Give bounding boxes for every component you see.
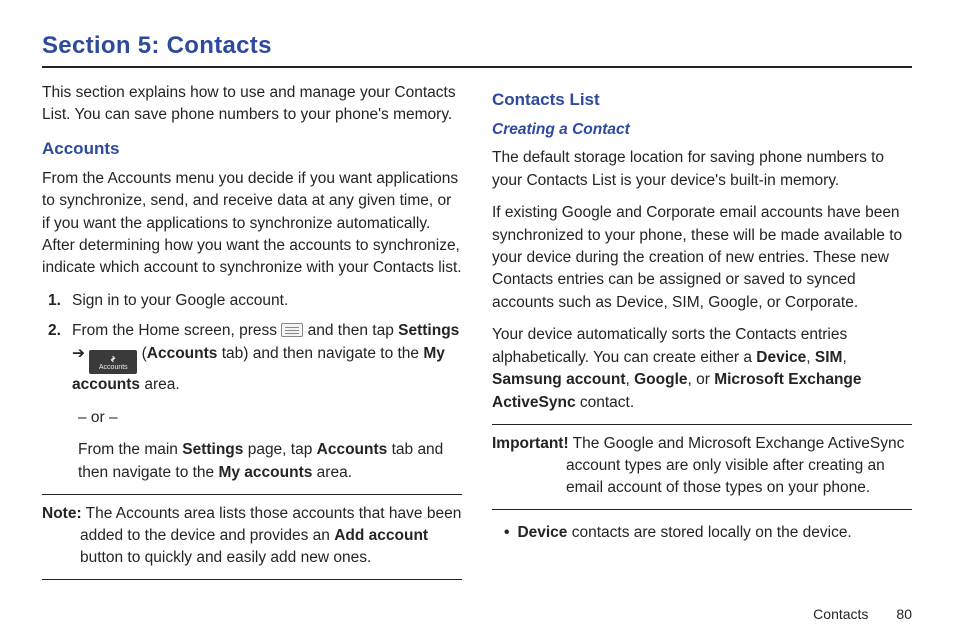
step-2-alt: From the main Settings page, tap Account… — [42, 439, 462, 484]
text: , — [806, 349, 815, 366]
text: contacts are stored locally on the devic… — [567, 524, 851, 541]
accounts-icon-label: Accounts — [99, 364, 128, 371]
accounts-tab-label: Accounts — [147, 345, 218, 362]
text: The Google and Microsoft Exchange Active… — [566, 435, 904, 496]
paragraph: If existing Google and Corporate email a… — [492, 202, 912, 314]
device-label: Device — [517, 524, 567, 541]
steps-list: 1. Sign in to your Google account. 2. Fr… — [42, 290, 462, 397]
text: , — [626, 371, 635, 388]
note-divider-top — [42, 494, 462, 495]
menu-icon — [281, 323, 303, 337]
text: , or — [688, 371, 715, 388]
text: contact. — [576, 394, 635, 411]
accounts-desc: From the Accounts menu you decide if you… — [42, 168, 462, 280]
bullet-text: Device contacts are stored locally on th… — [517, 522, 851, 544]
accounts-icon: Accounts — [89, 350, 137, 374]
contacts-list-heading: Contacts List — [492, 88, 912, 113]
text: area. — [140, 376, 180, 393]
my-accounts-label: My accounts — [218, 464, 312, 481]
text: From the main — [78, 441, 182, 458]
right-column: Contacts List Creating a Contact The def… — [492, 82, 912, 588]
text: , — [842, 349, 846, 366]
settings-label: Settings — [182, 441, 243, 458]
note-divider-bottom — [42, 579, 462, 580]
arrow: ➔ — [72, 345, 89, 362]
step-1: 1. Sign in to your Google account. — [42, 290, 462, 312]
note-label: Note: — [42, 505, 82, 522]
page-number: 80 — [896, 606, 912, 622]
step-2: 2. From the Home screen, press and then … — [42, 320, 462, 396]
page-footer: Contacts 80 — [813, 606, 912, 622]
text: tab) and then navigate to the — [217, 345, 423, 362]
paragraph: Your device automatically sorts the Cont… — [492, 324, 912, 414]
text: area. — [312, 464, 352, 481]
text: button to quickly and easily add new one… — [80, 549, 371, 566]
important-block: Important! The Google and Microsoft Exch… — [492, 433, 912, 499]
step-number: 2. — [42, 320, 72, 396]
samsung-label: Samsung account — [492, 371, 626, 388]
add-account-label: Add account — [334, 527, 428, 544]
settings-label: Settings — [398, 322, 459, 339]
bullet-dot: • — [504, 522, 509, 544]
section-title: Section 5: Contacts — [42, 32, 912, 60]
text: and then tap — [303, 322, 398, 339]
text: From the Home screen, press — [72, 322, 281, 339]
important-divider-bottom — [492, 509, 912, 510]
or-divider: – or – — [42, 407, 462, 429]
text: page, tap — [243, 441, 316, 458]
footer-label: Contacts — [813, 606, 868, 622]
bullet-item: • Device contacts are stored locally on … — [492, 522, 912, 544]
intro-text: This section explains how to use and man… — [42, 82, 462, 127]
step-number: 1. — [42, 290, 72, 312]
google-label: Google — [634, 371, 687, 388]
note-block: Note: The Accounts area lists those acco… — [42, 503, 462, 569]
title-divider — [42, 66, 912, 68]
text: ( — [137, 345, 146, 362]
content-columns: This section explains how to use and man… — [42, 82, 912, 588]
important-label: Important! — [492, 435, 569, 452]
device-label: Device — [756, 349, 806, 366]
accounts-heading: Accounts — [42, 137, 462, 162]
sim-label: SIM — [815, 349, 843, 366]
creating-contact-heading: Creating a Contact — [492, 119, 912, 141]
step-body: Sign in to your Google account. — [72, 290, 462, 312]
step-body: From the Home screen, press and then tap… — [72, 320, 462, 396]
accounts-label: Accounts — [317, 441, 388, 458]
important-divider-top — [492, 424, 912, 425]
paragraph: The default storage location for saving … — [492, 147, 912, 192]
left-column: This section explains how to use and man… — [42, 82, 462, 588]
